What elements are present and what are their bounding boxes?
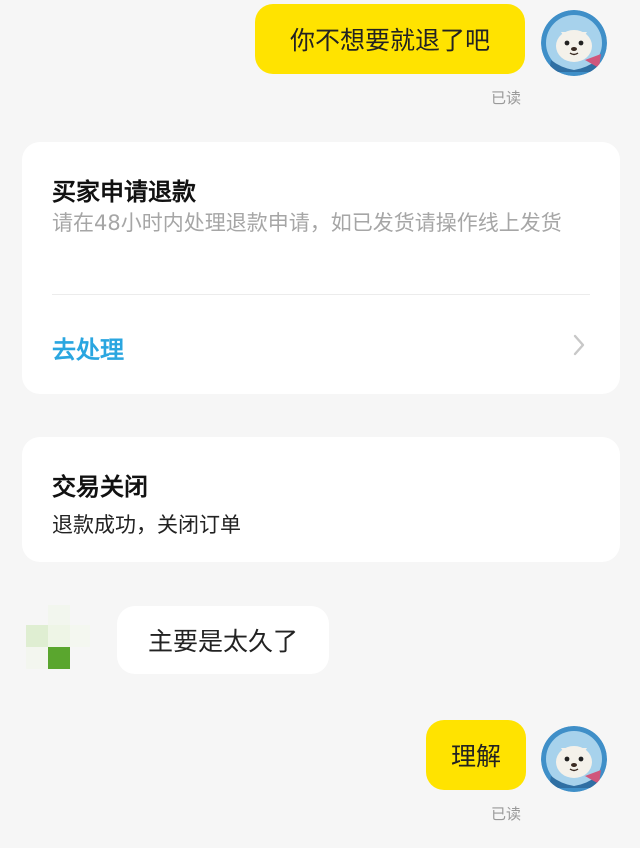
read-receipt: 已读 [491, 89, 522, 107]
process-refund-row[interactable]: 去处理 [22, 295, 620, 394]
card-description: 退款成功，关闭订单 [52, 513, 241, 537]
refund-request-card: 买家申请退款 请在48小时内处理退款申请，如已发货请操作线上发货 去处理 [22, 142, 620, 394]
self-avatar[interactable] [541, 726, 607, 792]
card-description: 请在48小时内处理退款申请，如已发货请操作线上发货 [52, 211, 562, 235]
other-avatar[interactable] [24, 605, 90, 671]
read-receipt: 已读 [491, 805, 522, 823]
message-text: 你不想要就退了吧 [289, 26, 490, 55]
chevron-right-icon [573, 334, 585, 356]
process-refund-link[interactable]: 去处理 [52, 330, 124, 365]
cartoon-seal-avatar-icon [541, 726, 607, 792]
card-title: 交易关闭 [52, 473, 148, 501]
pixelated-avatar-icon [24, 605, 90, 671]
outgoing-message-bubble[interactable]: 理解 [426, 720, 526, 790]
message-text: 理解 [450, 742, 501, 771]
card-title: 买家申请退款 [52, 178, 196, 206]
message-text: 主要是太久了 [147, 627, 298, 656]
incoming-message-bubble[interactable]: 主要是太久了 [117, 606, 329, 674]
self-avatar[interactable] [541, 10, 607, 76]
cartoon-seal-avatar-icon [541, 10, 607, 76]
transaction-closed-card: 交易关闭 退款成功，关闭订单 [22, 437, 620, 562]
outgoing-message-bubble[interactable]: 你不想要就退了吧 [255, 4, 525, 74]
